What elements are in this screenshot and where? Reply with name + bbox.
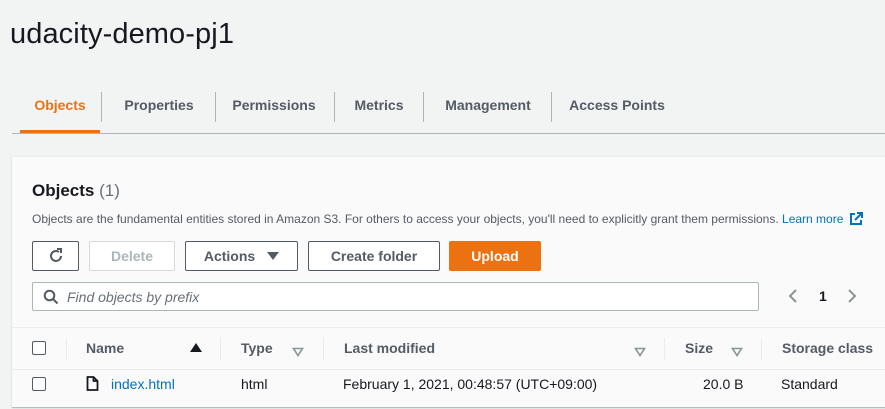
object-type: html (241, 376, 268, 392)
panel-description: Objects are the fundamental entities sto… (32, 212, 864, 229)
sort-descending-icon[interactable] (292, 344, 304, 362)
actions-label: Actions (203, 248, 256, 264)
tab-divider (215, 92, 216, 122)
tab-divider (551, 92, 552, 122)
column-divider (220, 338, 221, 360)
search-icon (43, 289, 59, 310)
table-row: index.html html February 1, 2021, 00:48:… (12, 369, 885, 399)
tab-divider (101, 92, 102, 122)
sort-ascending-icon[interactable] (190, 343, 202, 352)
object-count: (1) (99, 181, 120, 200)
column-header-name[interactable]: Name (86, 328, 124, 369)
refresh-icon (47, 248, 65, 264)
tab-divider (423, 92, 424, 122)
refresh-button[interactable] (32, 241, 79, 271)
chevron-right-icon[interactable] (846, 288, 858, 309)
tab-bar: Objects Properties Permissions Metrics M… (12, 80, 885, 134)
tab-properties[interactable]: Properties (109, 80, 209, 132)
tab-management[interactable]: Management (432, 80, 544, 132)
actions-button[interactable]: Actions (185, 241, 298, 271)
column-divider (761, 338, 762, 360)
panel-title: Objects (1) (32, 181, 120, 201)
object-name-link[interactable]: index.html (111, 369, 175, 399)
objects-panel: Objects (1) Objects are the fundamental … (12, 156, 885, 407)
sort-descending-icon[interactable] (731, 344, 743, 362)
tab-access-points[interactable]: Access Points (560, 80, 674, 132)
tab-objects[interactable]: Objects (20, 80, 100, 133)
delete-button[interactable]: Delete (89, 241, 175, 271)
tab-metrics[interactable]: Metrics (342, 80, 416, 132)
sort-descending-icon[interactable] (634, 344, 646, 362)
column-divider (323, 338, 324, 360)
column-divider (664, 338, 665, 360)
caret-down-icon (267, 252, 280, 260)
panel-title-text: Objects (32, 181, 95, 200)
search-field[interactable] (32, 282, 759, 311)
learn-more-link[interactable]: Learn more (782, 212, 843, 226)
column-header-type[interactable]: Type (241, 328, 273, 369)
column-divider (66, 338, 67, 360)
column-header-last-modified[interactable]: Last modified (344, 328, 435, 369)
object-last-modified: February 1, 2021, 00:48:57 (UTC+09:00) (343, 376, 598, 392)
search-input[interactable] (67, 283, 747, 310)
file-icon (86, 376, 99, 396)
create-folder-button[interactable]: Create folder (308, 241, 440, 271)
tab-divider (334, 92, 335, 122)
chevron-left-icon[interactable] (787, 288, 799, 309)
page-title: udacity-demo-pj1 (10, 18, 235, 50)
tab-permissions[interactable]: Permissions (222, 80, 326, 132)
column-header-storage-class[interactable]: Storage class (782, 328, 873, 369)
current-page[interactable]: 1 (819, 282, 827, 311)
column-header-size[interactable]: Size (685, 328, 713, 369)
select-all-checkbox[interactable] (32, 341, 46, 355)
upload-button[interactable]: Upload (449, 241, 541, 271)
object-storage-class: Standard (781, 376, 838, 392)
row-checkbox[interactable] (32, 377, 46, 391)
table-header: Name Type Last modified Size Storage cla… (12, 327, 885, 370)
description-text: Objects are the fundamental entities sto… (32, 212, 779, 226)
object-size: 20.0 B (703, 376, 744, 392)
external-link-icon[interactable] (849, 212, 864, 229)
